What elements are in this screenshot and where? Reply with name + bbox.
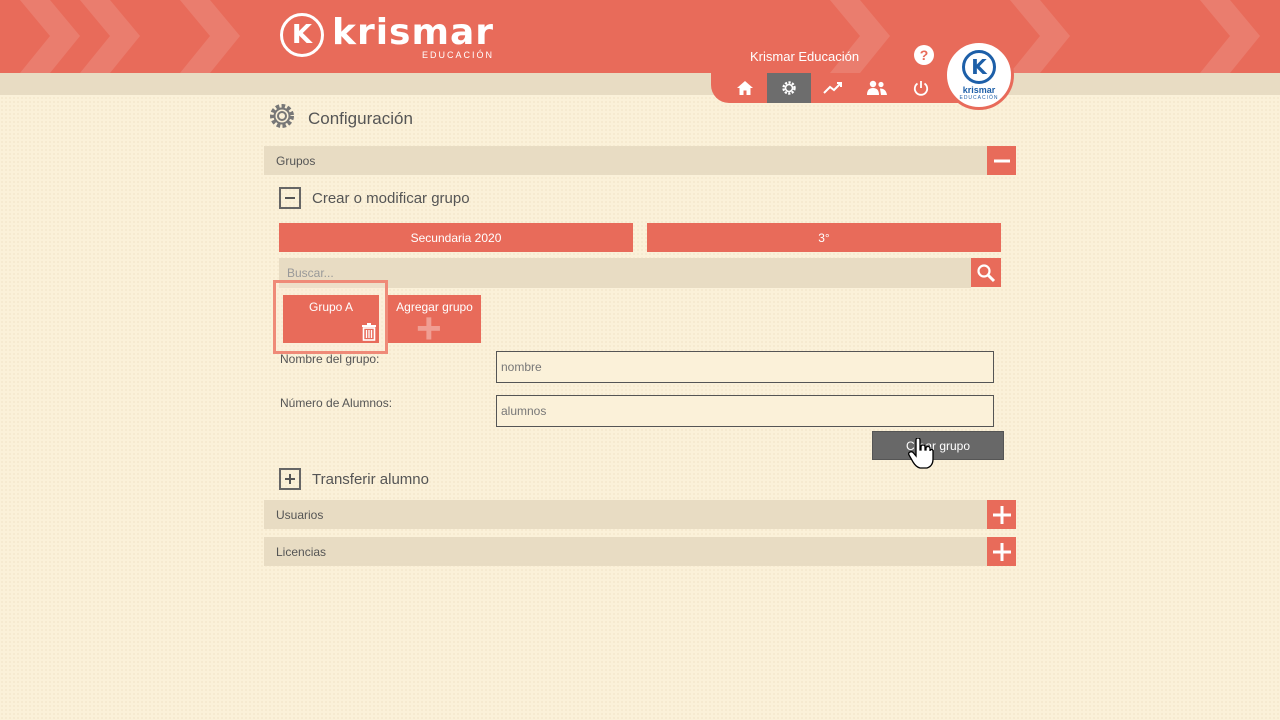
nav-settings[interactable] (767, 73, 811, 103)
expand-usuarios-button[interactable] (987, 500, 1016, 529)
nav-home[interactable] (723, 73, 767, 103)
nav-logout[interactable] (899, 73, 943, 103)
nav-users[interactable] (855, 73, 899, 103)
decor-chevron (80, 0, 140, 73)
page-header: Configuración (268, 102, 413, 130)
logo-name: krismar (332, 12, 495, 53)
main-nav (711, 73, 971, 103)
transferir-header[interactable]: Transferir alumno (279, 468, 429, 490)
user-name: Krismar Educación (750, 49, 860, 64)
section-grupos-label: Grupos (276, 153, 316, 168)
help-icon[interactable]: ? (914, 45, 934, 65)
power-icon (913, 81, 929, 96)
grade-selector[interactable]: 3° (647, 223, 1001, 252)
decor-chevron (1010, 0, 1070, 73)
settings-gear-icon (270, 104, 294, 128)
students-count-label: Número de Alumnos: (280, 396, 393, 410)
profile-badge[interactable]: K krismar EDUCACIÓN (944, 40, 1014, 110)
chart-icon (823, 82, 842, 94)
collapse-grupos-button[interactable] (987, 146, 1016, 175)
minus-icon (285, 197, 295, 199)
decor-chevron (20, 0, 80, 73)
badge-name: krismar (962, 84, 996, 95)
home-icon (737, 81, 753, 95)
school-selector[interactable]: Secundaria 2020 (279, 223, 633, 252)
plus-icon (285, 474, 295, 484)
add-group-label: Agregar grupo (396, 300, 473, 314)
crear-grupo-header[interactable]: Crear o modificar grupo (279, 187, 470, 209)
group-card-label: Grupo A (308, 300, 354, 314)
logo-k-icon: K (280, 13, 324, 57)
group-card[interactable]: Grupo A (283, 295, 379, 343)
transferir-title: Transferir alumno (312, 470, 429, 488)
minus-icon (993, 159, 1010, 162)
top-header (0, 0, 1280, 73)
users-icon (867, 80, 887, 95)
gear-icon (782, 81, 796, 95)
crear-grupo-title: Crear o modificar grupo (312, 189, 470, 207)
search-icon (977, 263, 996, 282)
section-licencias[interactable]: Licencias (264, 537, 1016, 566)
section-usuarios-label: Usuarios (276, 507, 324, 522)
section-usuarios[interactable]: Usuarios (264, 500, 1016, 529)
page-title: Configuración (308, 109, 413, 128)
section-licencias-label: Licencias (276, 544, 327, 559)
create-group-button[interactable]: Crear grupo (872, 431, 1004, 460)
badge-k-icon: K (962, 49, 996, 84)
badge-sub: EDUCACIÓN (959, 94, 999, 101)
section-grupos[interactable]: Grupos (264, 146, 1016, 175)
plus-icon (992, 542, 1011, 561)
header-subband (0, 73, 1280, 95)
decor-chevron (1200, 0, 1260, 73)
plus-icon (992, 505, 1011, 524)
expand-transferir-icon[interactable] (279, 468, 301, 490)
students-count-input[interactable] (496, 395, 994, 427)
add-group-button[interactable]: + Agregar grupo (388, 295, 481, 343)
hand-cursor-icon (908, 438, 934, 469)
nav-stats[interactable] (811, 73, 855, 103)
expand-licencias-button[interactable] (987, 537, 1016, 566)
trash-icon[interactable] (361, 323, 377, 341)
group-name-input[interactable] (496, 351, 994, 383)
search-button[interactable] (971, 258, 1001, 287)
collapse-crear-icon[interactable] (279, 187, 301, 209)
brand-logo[interactable]: K krismar EDUCACIÓN (280, 13, 494, 63)
decor-chevron (180, 0, 240, 73)
group-name-label: Nombre del grupo: (280, 352, 380, 366)
